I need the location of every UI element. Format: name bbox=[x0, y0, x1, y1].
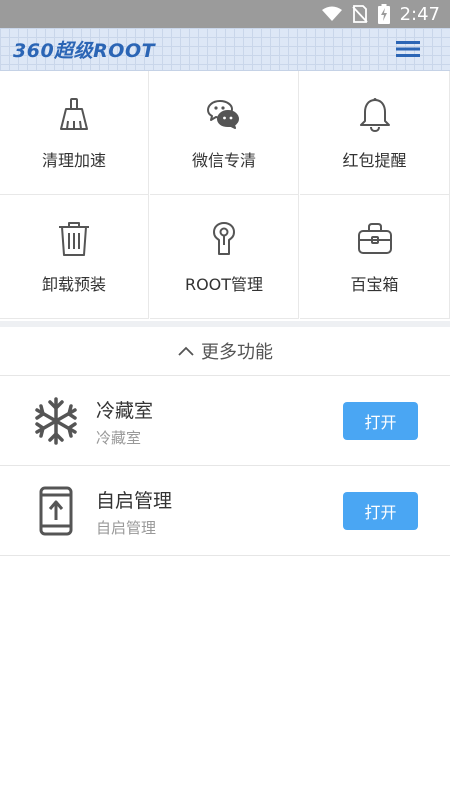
feature-cold-storage: 冷藏室 冷藏室 打开 bbox=[0, 376, 450, 466]
tool-label: 红包提醒 bbox=[342, 151, 407, 170]
status-bar: 2:47 bbox=[0, 0, 450, 28]
feature-subtitle: 自启管理 bbox=[96, 519, 157, 537]
status-time: 2:47 bbox=[399, 3, 440, 25]
open-button[interactable]: 打开 bbox=[343, 402, 418, 440]
app-header: 360超级ROOT bbox=[0, 28, 450, 71]
feature-title: 冷藏室 bbox=[96, 400, 154, 422]
status-icons: 2:47 bbox=[321, 0, 440, 28]
more-features-label: 更多功能 bbox=[201, 342, 273, 363]
tool-label: 卸载预装 bbox=[41, 275, 106, 294]
wechat-icon bbox=[207, 100, 239, 129]
tool-label: 清理加速 bbox=[41, 151, 106, 170]
tool-label: ROOT管理 bbox=[184, 275, 264, 294]
feature-autostart-manage: 自启管理 自启管理 打开 bbox=[0, 466, 450, 556]
wifi-icon bbox=[321, 6, 342, 21]
app-title: 360超级ROOT bbox=[13, 40, 156, 62]
open-button[interactable]: 打开 bbox=[343, 492, 418, 530]
toolbox-icon bbox=[357, 223, 392, 254]
tool-toolbox[interactable]: 百宝箱 bbox=[300, 195, 450, 319]
tools-grid: 清理加速 微信专清 红包提醒 卸载预装 ROOT管理 百宝箱 bbox=[0, 71, 450, 321]
feature-title: 自启管理 bbox=[96, 490, 173, 512]
trash-icon bbox=[59, 222, 89, 256]
battery-charging-icon bbox=[377, 4, 390, 24]
broom-icon bbox=[60, 98, 88, 130]
tool-wechat-clean[interactable]: 微信专清 bbox=[150, 71, 299, 195]
phone-upload-icon bbox=[39, 486, 73, 536]
tool-label: 微信专清 bbox=[191, 151, 256, 170]
feature-subtitle: 冷藏室 bbox=[96, 429, 142, 447]
bell-icon bbox=[359, 98, 390, 132]
keyhole-icon bbox=[213, 222, 235, 255]
tool-clean-speedup[interactable]: 清理加速 bbox=[0, 71, 149, 195]
more-features-toggle[interactable]: 更多功能 bbox=[0, 327, 450, 376]
tool-root-manage[interactable]: ROOT管理 bbox=[150, 195, 299, 319]
snowflake-icon bbox=[35, 397, 77, 445]
no-sim-icon bbox=[351, 5, 368, 23]
menu-icon[interactable] bbox=[396, 40, 420, 58]
chevron-up-icon bbox=[178, 346, 194, 356]
tool-red-packet-reminder[interactable]: 红包提醒 bbox=[300, 71, 450, 195]
tool-uninstall-preinstalled[interactable]: 卸载预装 bbox=[0, 195, 149, 319]
tool-label: 百宝箱 bbox=[350, 275, 399, 294]
